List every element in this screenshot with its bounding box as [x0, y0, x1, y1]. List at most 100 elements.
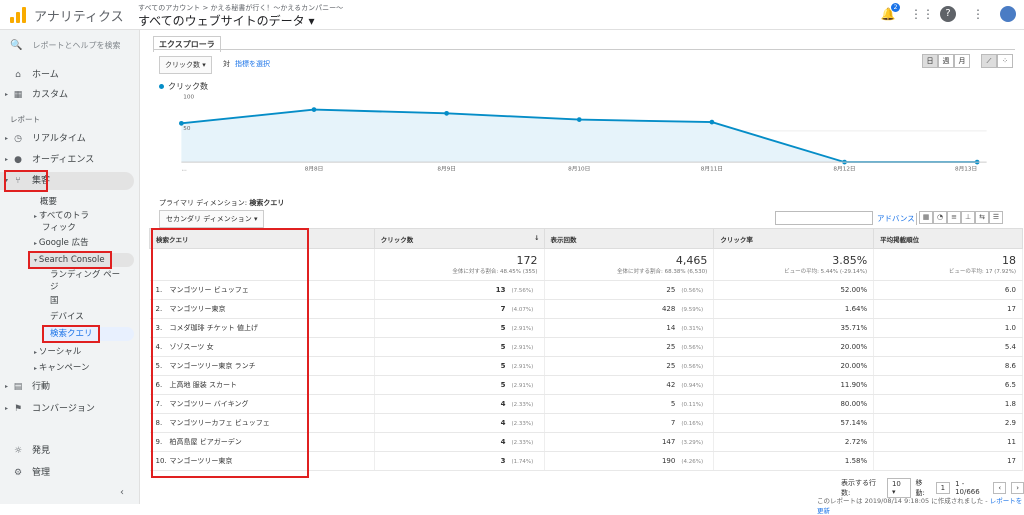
- sidebar-item-campaigns[interactable]: ▸ キャンペーン: [34, 362, 90, 375]
- metric-selector[interactable]: クリック数 ▾: [159, 56, 212, 74]
- select-metric-link[interactable]: 指標を選択: [235, 59, 270, 69]
- column-header-clicks[interactable]: クリック数 ↓: [373, 228, 545, 249]
- period-day-button[interactable]: 日: [922, 54, 938, 68]
- query-text[interactable]: マンゴーツリー東京 ランチ: [170, 362, 256, 370]
- row-index: 4.: [155, 343, 163, 351]
- clicks-value: 5: [500, 381, 506, 389]
- impressions-value: 25: [666, 286, 676, 294]
- sidebar-item-queries[interactable]: 検索クエリ: [44, 327, 134, 341]
- sidebar-item-social[interactable]: ▸ ソーシャル: [34, 346, 81, 359]
- sidebar-item-audience[interactable]: ▸ ● オーディエンス: [0, 151, 140, 169]
- table-row[interactable]: 5. マンゴーツリー東京 ランチ 5 (2.91%) 25 (0.56%) 20.00% 8.…: [149, 356, 1023, 376]
- query-text[interactable]: マンゴーツリー東京: [170, 457, 233, 465]
- sidebar-item-custom[interactable]: ▸ ▦ カスタム: [0, 86, 140, 104]
- sidebar-item-admin[interactable]: ⚙ 管理: [0, 464, 140, 482]
- table-row[interactable]: 4. ゾゾスーツ 女 5 (2.91%) 25 (0.56%) 20.00% 5.4: [149, 337, 1023, 357]
- avatar[interactable]: [1000, 6, 1016, 22]
- query-cell[interactable]: 9. 柏高島屋 ビアガーデン: [149, 432, 375, 452]
- sidebar-item-conversions[interactable]: ▸ ⚑ コンバージョン: [0, 400, 140, 418]
- table-row[interactable]: 3. コメダ珈琲 チケット 値上げ 5 (2.91%) 14 (0.31%) 35.71% 1…: [149, 318, 1023, 338]
- performance-view-icon[interactable]: ≡: [947, 211, 961, 224]
- table-row[interactable]: 1. マンゴツリー ビュッフェ 13 (7.56%) 25 (0.56%) 52.00% 6.…: [149, 280, 1023, 300]
- ctr-cell: 11.90%: [713, 375, 875, 395]
- clock-icon: ◷: [14, 134, 22, 144]
- analytics-logo[interactable]: [8, 5, 28, 25]
- x-tick-label: 8月11日: [701, 166, 723, 173]
- sidebar-item-landing-2[interactable]: ジ: [50, 281, 59, 293]
- table-row[interactable]: 8. マンゴツリーカフェ ビュッフェ 4 (2.33%) 7 (0.16%) 57.14% 2…: [149, 413, 1023, 433]
- query-text[interactable]: マンゴツリー バイキング: [170, 400, 249, 408]
- secondary-dimension-select[interactable]: セカンダリ ディメンション ▾: [159, 210, 265, 228]
- query-cell[interactable]: 2. マンゴツリー東京: [149, 299, 375, 319]
- view-selector[interactable]: すべてのウェブサイトのデータ ▾: [138, 12, 315, 29]
- period-month-button[interactable]: 月: [954, 54, 970, 68]
- chart-type-toggle: ⟋ ⁘: [981, 54, 1013, 68]
- sidebar-item-overview[interactable]: 概要: [40, 196, 57, 208]
- column-header-position[interactable]: 平均掲載順位: [873, 228, 1023, 249]
- primary-dim-value[interactable]: 検索クエリ: [249, 199, 284, 207]
- ctr-cell: 57.14%: [713, 413, 875, 433]
- period-week-button[interactable]: 週: [938, 54, 954, 68]
- query-text[interactable]: ゾゾスーツ 女: [170, 343, 214, 351]
- query-text[interactable]: コメダ珈琲 チケット 値上げ: [170, 324, 258, 332]
- sidebar-item-realtime[interactable]: ▸ ◷ リアルタイム: [0, 130, 140, 148]
- table-row[interactable]: 10. マンゴーツリー東京 3 (1.74%) 190 (4.26%) 1.58% 17: [149, 451, 1023, 471]
- sidebar-search[interactable]: 🔍 レポートとヘルプを検索: [10, 40, 120, 51]
- query-cell[interactable]: 7. マンゴツリー バイキング: [149, 394, 375, 414]
- sidebar-item-landing[interactable]: ランディング ペー: [50, 269, 120, 281]
- column-header-impressions[interactable]: 表示回数: [543, 228, 715, 249]
- help-icon[interactable]: ?: [940, 6, 956, 22]
- motion-chart-icon[interactable]: ⁘: [997, 54, 1013, 68]
- clicks-value: 13: [495, 286, 506, 294]
- column-header-ctr[interactable]: クリック率: [713, 228, 875, 249]
- query-cell[interactable]: 4. ゾゾスーツ 女: [149, 337, 375, 357]
- data-view-icon[interactable]: ▦: [919, 211, 933, 224]
- sidebar-item-all-traffic-2[interactable]: フィック: [42, 222, 76, 234]
- table-row[interactable]: 2. マンゴツリー東京 7 (4.07%) 428 (9.59%) 1.64% 17: [149, 299, 1023, 319]
- line-chart-icon[interactable]: ⟋: [981, 54, 997, 68]
- impressions-pct: (9.59%): [681, 307, 704, 313]
- bell-icon[interactable]: 🔔 2: [880, 3, 900, 22]
- sidebar-item-discover[interactable]: ☼ 発見: [0, 442, 140, 460]
- clicks-chart: 100 50... 8月8日 8月9日 8月10日 8月11日 8月12日 8月13日: [179, 95, 987, 173]
- query-cell[interactable]: 1. マンゴツリー ビュッフェ: [149, 280, 375, 300]
- sidebar-item-google-ads[interactable]: ▸ Google 広告: [34, 237, 89, 250]
- table-row[interactable]: 6. 上高地 服装 スカート 5 (2.91%) 42 (0.94%) 11.90% 6.5: [149, 375, 1023, 395]
- query-text[interactable]: 上高地 服装 スカート: [170, 381, 237, 389]
- more-vert-icon[interactable]: ⋮: [970, 6, 986, 22]
- query-text[interactable]: マンゴツリーカフェ ビュッフェ: [170, 419, 270, 427]
- impressions-value: 14: [666, 324, 676, 332]
- sidebar-item-devices[interactable]: デバイス: [50, 311, 84, 323]
- sidebar-item-acquisition[interactable]: ▾ ⑂ 集客: [0, 172, 134, 190]
- total-ctr-sub: ビューの平均: 5.44% (-29.14%): [784, 269, 868, 275]
- sidebar-item-behavior[interactable]: ▸ ▤ 行動: [0, 378, 140, 396]
- sidebar-item-countries[interactable]: 国: [50, 295, 59, 307]
- sidebar-item-search-console[interactable]: ▾ Search Console: [30, 253, 134, 267]
- query-cell[interactable]: 3. コメダ珈琲 チケット 値上げ: [149, 318, 375, 338]
- query-text[interactable]: マンゴツリー ビュッフェ: [170, 286, 249, 294]
- pivot-view-icon[interactable]: ⇆: [975, 211, 989, 224]
- expand-arrow-icon: ▸: [5, 405, 9, 412]
- query-cell[interactable]: 8. マンゴツリーカフェ ビュッフェ: [149, 413, 375, 433]
- query-cell[interactable]: 10. マンゴーツリー東京: [149, 451, 375, 471]
- ctr-cell: 20.00%: [713, 356, 875, 376]
- table-row[interactable]: 7. マンゴツリー バイキング 4 (2.33%) 5 (0.11%) 80.00% 1.8: [149, 394, 1023, 414]
- apps-grid-icon[interactable]: ⋮⋮: [910, 6, 934, 22]
- query-cell[interactable]: 6. 上高地 服装 スカート: [149, 375, 375, 395]
- query-text[interactable]: 柏高島屋 ビアガーデン: [170, 438, 242, 446]
- sidebar-item-home[interactable]: ⌂ ホーム: [0, 66, 140, 84]
- ctr-cell: 52.00%: [713, 280, 875, 300]
- collapse-sidebar-icon[interactable]: ‹: [120, 487, 124, 498]
- prev-page-button[interactable]: ‹: [993, 482, 1007, 494]
- advanced-filter-link[interactable]: アドバンス: [877, 213, 915, 224]
- page-input[interactable]: 1: [935, 482, 951, 494]
- comparison-view-icon[interactable]: ⊥: [961, 211, 975, 224]
- table-row[interactable]: 9. 柏高島屋 ビアガーデン 4 (2.33%) 147 (3.29%) 2.72% 11: [149, 432, 1023, 452]
- next-page-button[interactable]: ›: [1011, 482, 1024, 494]
- column-header-query[interactable]: 検索クエリ: [149, 228, 375, 249]
- term-cloud-icon[interactable]: ☰: [989, 211, 1003, 224]
- query-text[interactable]: マンゴツリー東京: [170, 305, 226, 313]
- query-cell[interactable]: 5. マンゴーツリー東京 ランチ: [149, 356, 375, 376]
- pie-view-icon[interactable]: ◔: [933, 211, 947, 224]
- table-search-input[interactable]: [775, 211, 873, 225]
